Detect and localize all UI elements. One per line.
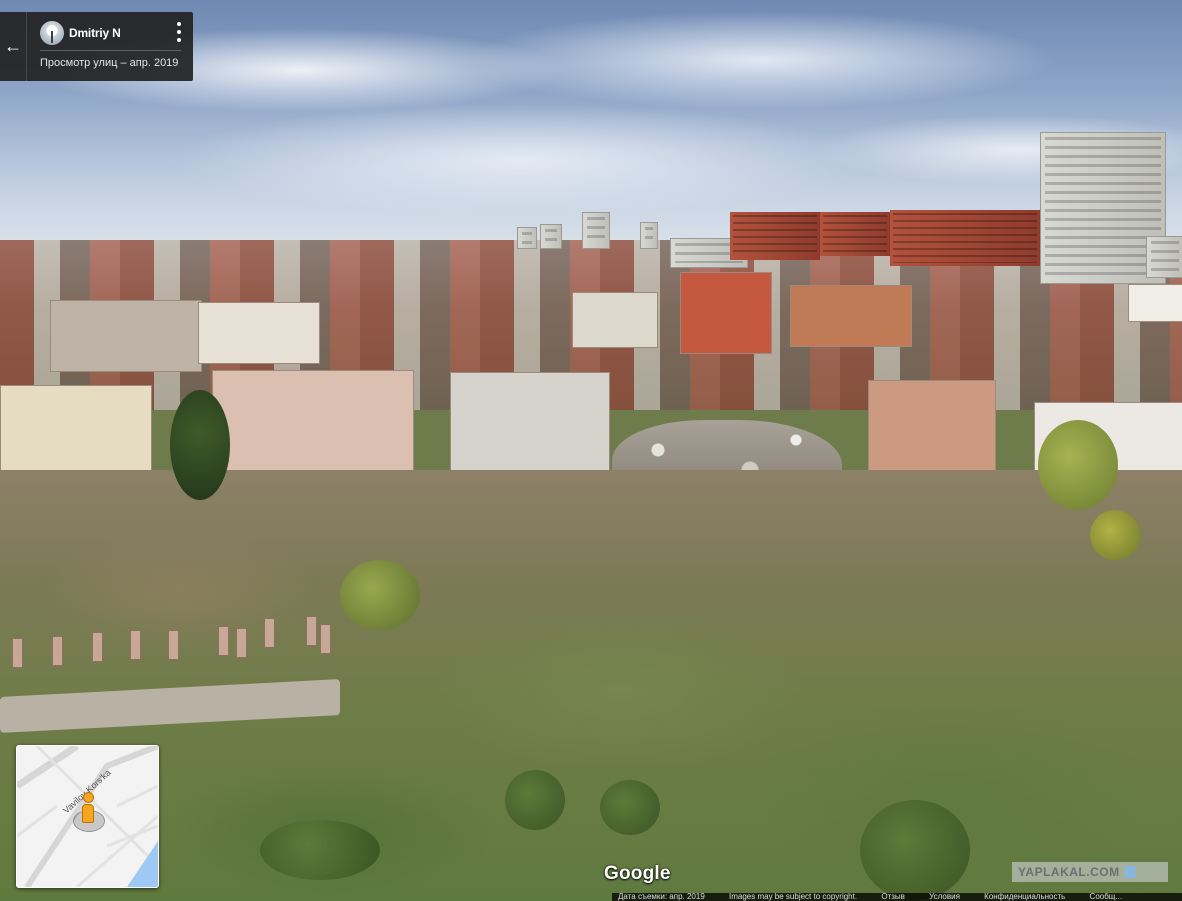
footer-bar: Дата съемки: апр. 2019 Images may be sub… xyxy=(612,893,1182,901)
house xyxy=(0,385,152,482)
house xyxy=(1128,284,1182,322)
bush xyxy=(1090,510,1140,560)
photo-info-card: ← Dmitriy N Просмотр улиц – апр. 2019 xyxy=(0,12,193,81)
back-button[interactable]: ← xyxy=(0,12,27,81)
hillside-slope xyxy=(0,470,1182,901)
watermark-text: YAPLAKAL.COM xyxy=(1018,865,1120,879)
bush xyxy=(340,560,420,630)
bush xyxy=(600,780,660,835)
capture-date: Просмотр улиц – апр. 2019 xyxy=(40,57,179,69)
house xyxy=(198,302,320,364)
brick-apartment-block xyxy=(820,212,890,256)
fence-post xyxy=(236,628,247,658)
google-logo: Google xyxy=(604,863,671,884)
footer-terms-link[interactable]: Условия xyxy=(929,893,960,901)
fence-post xyxy=(320,624,331,654)
more-options-button[interactable] xyxy=(173,22,185,42)
ruined-house xyxy=(450,372,610,478)
fence-post xyxy=(130,630,141,660)
brick-apartment-block xyxy=(730,212,820,260)
fence-post xyxy=(306,616,317,646)
distant-building xyxy=(517,227,537,249)
footer-capture-date: Дата съемки: апр. 2019 xyxy=(618,893,705,901)
panorama-view[interactable] xyxy=(0,0,1182,901)
bush xyxy=(505,770,565,830)
house xyxy=(572,292,658,348)
distant-building xyxy=(540,224,562,249)
fence-post xyxy=(218,626,229,656)
fence-post xyxy=(12,638,23,668)
house xyxy=(790,285,912,347)
fence-post xyxy=(52,636,63,666)
fence-post xyxy=(168,630,179,660)
house xyxy=(50,300,202,372)
footer-feedback-link[interactable]: Отзыв xyxy=(881,893,905,901)
arrow-left-icon: ← xyxy=(4,36,22,56)
site-watermark: YAPLAKAL.COM xyxy=(1012,862,1168,882)
house xyxy=(680,272,772,354)
distant-building xyxy=(1146,236,1182,278)
card-body: Dmitriy N Просмотр улиц – апр. 2019 xyxy=(27,12,193,81)
divider xyxy=(40,50,181,51)
footer-privacy-link[interactable]: Конфиденциальность xyxy=(984,893,1065,901)
author-name[interactable]: Dmitriy N xyxy=(69,26,121,40)
minimap[interactable]: Vavilov Kors'ka xyxy=(16,745,159,888)
tree xyxy=(170,390,230,500)
footer-report-link[interactable]: Сообщ... xyxy=(1090,893,1123,901)
house xyxy=(212,370,414,480)
distant-building xyxy=(582,212,610,249)
fence-post xyxy=(264,618,275,648)
more-vertical-icon xyxy=(177,22,181,26)
footer-copyright: Images may be subject to copyright. xyxy=(729,893,858,901)
watermark-flag-icon xyxy=(1123,866,1136,878)
distant-building xyxy=(640,222,658,249)
bush xyxy=(860,800,970,900)
fence-post xyxy=(92,632,103,662)
tree xyxy=(1038,420,1118,510)
pegman-icon[interactable] xyxy=(81,792,95,823)
bush xyxy=(260,820,380,880)
brick-apartment-block xyxy=(890,210,1040,266)
avatar[interactable] xyxy=(40,21,64,45)
